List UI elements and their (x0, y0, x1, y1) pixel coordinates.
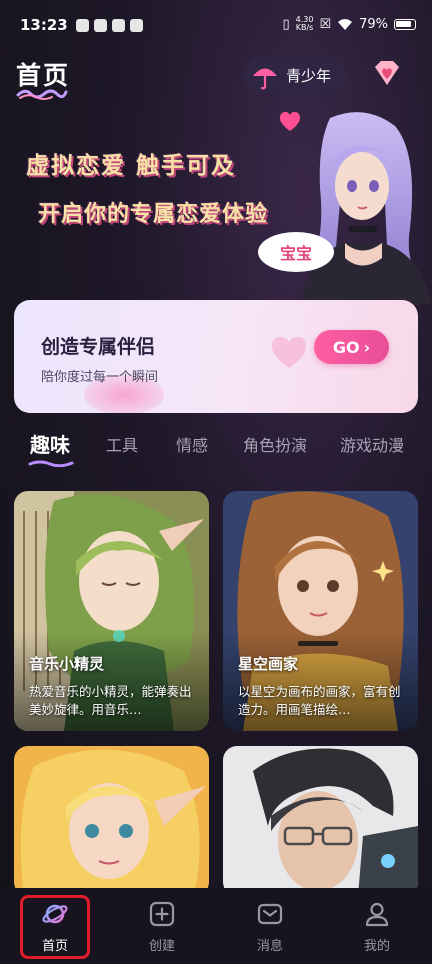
character-card[interactable]: 音乐小精灵 热爱音乐的小精灵，能弹奏出美妙旋律。用音乐… (14, 491, 209, 731)
sim-off-icon: ☒ (319, 16, 332, 32)
character-portrait-image (223, 746, 418, 896)
notification-icon (75, 18, 89, 32)
go-button-label: GO (332, 337, 360, 357)
teen-mode-button[interactable]: 青少年 (244, 57, 347, 94)
character-description: 以星空为画布的画家，富有创造力。用画笔描绘… (238, 684, 401, 717)
character-name: 音乐小精灵 (29, 655, 105, 673)
go-button[interactable]: GO › (314, 330, 389, 364)
status-bar: 13:23 ▯ 4.30 KB/s ☒ 79% (0, 0, 432, 50)
wifi-icon (338, 18, 353, 30)
speech-bubble: 宝宝 (258, 232, 334, 272)
person-icon (365, 902, 389, 927)
nav-create-label: 创建 (148, 939, 175, 954)
status-right: ▯ 4.30 KB/s ☒ 79% (282, 16, 416, 32)
chevron-right-icon: › (363, 337, 371, 357)
create-card-subtitle: 陪你度过每一个瞬间 (41, 370, 159, 385)
nav-profile[interactable]: 我的 (337, 888, 417, 960)
create-card-title: 创造专属伴侣 (41, 336, 156, 358)
tab-emotion[interactable]: 情感 (176, 432, 208, 456)
tab-tools[interactable]: 工具 (106, 432, 138, 456)
speech-bubble-text: 宝宝 (279, 244, 312, 263)
mail-notification-icon (129, 18, 143, 32)
character-name: 星空画家 (238, 655, 299, 673)
battery-icon (394, 18, 416, 30)
umbrella-icon (253, 68, 277, 89)
selection-highlight-box (20, 895, 90, 959)
character-card[interactable]: 星空画家 以星空为画布的画家，富有创造力。用画笔描绘… (223, 491, 418, 731)
teen-mode-label: 青少年 (286, 67, 332, 85)
character-card[interactable] (223, 746, 418, 896)
notification-icon (111, 18, 125, 32)
status-time: 13:23 (20, 16, 68, 34)
battery-percent: 79% (359, 16, 388, 32)
nav-messages-label: 消息 (256, 939, 283, 954)
tab-roleplay[interactable]: 角色扮演 (243, 432, 307, 456)
nav-messages[interactable]: 消息 (230, 888, 310, 960)
create-companion-card[interactable]: 创造专属伴侣 陪你度过每一个瞬间 GO › (14, 300, 418, 413)
net-speed-unit: KB/s (295, 23, 314, 32)
banner-subheadline: 开启你的专属恋爱体验 (38, 202, 269, 227)
tab-fun[interactable]: 趣味 (30, 429, 70, 458)
plus-square-icon (149, 901, 175, 927)
banner-girl-illustration (300, 112, 432, 304)
title-squiggle-decoration (16, 89, 68, 100)
net-speed: 4.30 KB/s (296, 16, 314, 32)
envelope-icon (257, 903, 283, 925)
notification-icon (93, 18, 107, 32)
banner-headline: 虚拟恋爱 触手可及 (26, 153, 237, 179)
home-screen: 13:23 ▯ 4.30 KB/s ☒ 79% 首页 青少年 虚拟恋爱 触手可及… (0, 0, 432, 964)
vibrate-icon: ▯ (282, 16, 290, 32)
character-card[interactable] (14, 746, 209, 896)
heart-decoration-icon (271, 336, 307, 368)
character-portrait-image (14, 746, 209, 896)
nav-create[interactable]: 创建 (122, 888, 202, 960)
tab-underline-decoration (28, 460, 74, 467)
nav-profile-label: 我的 (363, 939, 390, 954)
tab-games-anime[interactable]: 游戏动漫 (340, 432, 404, 456)
category-tabs: 趣味 工具 情感 角色扮演 游戏动漫 (0, 432, 432, 468)
character-description: 热爱音乐的小精灵，能弹奏出美妙旋律。用音乐… (29, 684, 192, 717)
vip-diamond-icon[interactable] (372, 58, 402, 88)
